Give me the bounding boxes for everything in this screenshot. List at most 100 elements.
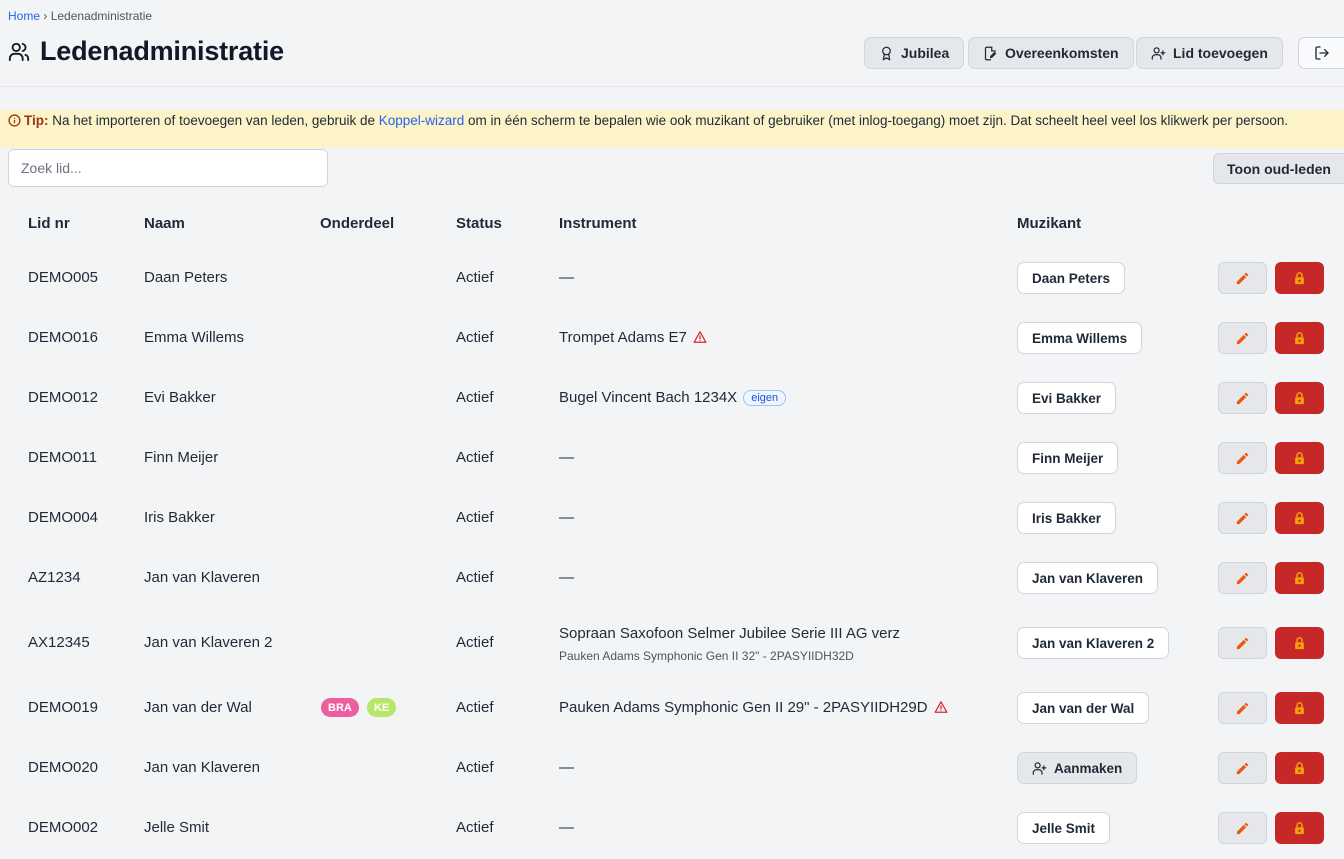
- overeenkomsten-button[interactable]: Overeenkomsten: [968, 37, 1134, 69]
- pencil-icon: [1236, 332, 1249, 344]
- musician-button[interactable]: Iris Bakker: [1017, 502, 1117, 534]
- column-header-instrument: Instrument: [559, 215, 637, 232]
- instrument-cell: —: [559, 759, 574, 776]
- edit-button[interactable]: [1218, 752, 1267, 784]
- pencil-icon: [1236, 572, 1249, 584]
- create-musician-button[interactable]: Aanmaken: [1017, 752, 1138, 784]
- file-signature-icon: [984, 46, 997, 60]
- instrument-text: Trompet Adams E7: [559, 329, 687, 346]
- instrument-cell: —: [559, 449, 574, 466]
- warning-icon: [693, 331, 707, 343]
- lock-icon: [1295, 451, 1304, 464]
- lidnr-cell: DEMO004: [28, 509, 99, 526]
- edit-button[interactable]: [1218, 502, 1267, 534]
- edit-button[interactable]: [1218, 262, 1267, 294]
- musician-button[interactable]: Emma Willems: [1017, 322, 1143, 354]
- lock-icon: [1295, 511, 1304, 524]
- instrument-text: Sopraan Saxofoon Selmer Jubilee Serie II…: [559, 625, 901, 642]
- edit-button[interactable]: [1218, 442, 1267, 474]
- instrument-cell: —: [559, 509, 574, 526]
- jubilea-button[interactable]: Jubilea: [864, 37, 965, 69]
- lock-icon: [1295, 331, 1304, 344]
- status-cell: Actief: [456, 509, 494, 526]
- column-header-muzikant: Muzikant: [1017, 215, 1082, 232]
- warning-icon: [934, 701, 948, 713]
- search-input[interactable]: [8, 149, 328, 187]
- lidnr-cell: DEMO011: [28, 449, 97, 466]
- tip-text-before: Na het importeren of toevoegen van leden…: [48, 113, 379, 128]
- lidnr-cell: AZ1234: [28, 569, 81, 586]
- column-header-onderdeel: Onderdeel: [320, 215, 395, 232]
- lidnr-cell: DEMO020: [28, 759, 99, 776]
- users-icon: [8, 42, 30, 61]
- musician-button[interactable]: Evi Bakker: [1017, 382, 1117, 414]
- header-divider: [0, 86, 1344, 87]
- instrument-text: —: [559, 449, 574, 466]
- add-member-label: Lid toevoegen: [1173, 45, 1268, 61]
- musician-button[interactable]: Jan van Klaveren 2: [1017, 627, 1170, 659]
- musician-button[interactable]: Jelle Smit: [1017, 812, 1111, 844]
- logout-icon: [1314, 46, 1329, 60]
- instrument-cell: —: [559, 819, 574, 836]
- edit-button[interactable]: [1218, 692, 1267, 724]
- instrument-text: —: [559, 569, 574, 586]
- instrument-text: —: [559, 269, 574, 286]
- edit-button[interactable]: [1218, 322, 1267, 354]
- column-header-naam: Naam: [144, 215, 185, 232]
- musician-button[interactable]: Jan van der Wal: [1017, 692, 1150, 724]
- breadcrumb-separator: ›: [43, 9, 48, 23]
- show-former-members-button[interactable]: Toon oud-leden: [1213, 153, 1344, 184]
- lock-button[interactable]: [1275, 382, 1324, 414]
- instrument-text: —: [559, 759, 574, 776]
- lock-button[interactable]: [1275, 812, 1324, 844]
- instrument-cell: Trompet Adams E7: [559, 329, 707, 346]
- pencil-icon: [1236, 822, 1249, 834]
- lock-button[interactable]: [1275, 502, 1324, 534]
- pencil-icon: [1236, 702, 1249, 714]
- musician-button[interactable]: Finn Meijer: [1017, 442, 1119, 474]
- lock-icon: [1295, 391, 1304, 404]
- edit-button[interactable]: [1218, 812, 1267, 844]
- lock-button[interactable]: [1275, 627, 1324, 659]
- pencil-icon: [1236, 392, 1249, 404]
- instrument-cell: Sopraan Saxofoon Selmer Jubilee Serie II…: [559, 625, 900, 642]
- edit-button[interactable]: [1218, 382, 1267, 414]
- naam-cell: Jan van der Wal: [144, 699, 252, 716]
- status-cell: Actief: [456, 819, 494, 836]
- naam-cell: Iris Bakker: [144, 509, 215, 526]
- status-cell: Actief: [456, 389, 494, 406]
- naam-cell: Jan van Klaveren: [144, 759, 260, 776]
- naam-cell: Emma Willems: [144, 329, 244, 346]
- logout-button[interactable]: [1298, 37, 1344, 69]
- breadcrumb-home-link[interactable]: Home: [8, 9, 40, 23]
- musician-button[interactable]: Jan van Klaveren: [1017, 562, 1159, 594]
- lock-button[interactable]: [1275, 562, 1324, 594]
- instrument-text: —: [559, 819, 574, 836]
- musician-button[interactable]: Daan Peters: [1017, 262, 1126, 294]
- edit-button[interactable]: [1218, 627, 1267, 659]
- koppel-wizard-link[interactable]: Koppel-wizard: [379, 113, 465, 128]
- onderdeel-badge: BRA: [321, 698, 359, 717]
- instrument-sub-text: Pauken Adams Symphonic Gen II 32" - 2PAS…: [559, 649, 854, 663]
- add-member-button[interactable]: Lid toevoegen: [1136, 37, 1283, 69]
- status-cell: Actief: [456, 569, 494, 586]
- status-cell: Actief: [456, 634, 494, 651]
- tip-text-after: om in één scherm te bepalen wie ook muzi…: [464, 113, 1289, 128]
- lock-button[interactable]: [1275, 262, 1324, 294]
- info-icon: [8, 114, 21, 127]
- eigen-badge: eigen: [743, 390, 787, 406]
- tip-banner: Tip: Na het importeren of toevoegen van …: [0, 110, 1344, 148]
- instrument-cell: —: [559, 569, 574, 586]
- lock-button[interactable]: [1275, 322, 1324, 354]
- lock-icon: [1295, 271, 1304, 284]
- status-cell: Actief: [456, 449, 494, 466]
- lock-button[interactable]: [1275, 752, 1324, 784]
- edit-button[interactable]: [1218, 562, 1267, 594]
- lock-button[interactable]: [1275, 442, 1324, 474]
- column-header-status: Status: [456, 215, 502, 232]
- lock-button[interactable]: [1275, 692, 1324, 724]
- create-musician-label: Aanmaken: [1054, 760, 1123, 776]
- status-cell: Actief: [456, 329, 494, 346]
- instrument-text: —: [559, 509, 574, 526]
- instrument-cell: Pauken Adams Symphonic Gen II 29" - 2PAS…: [559, 699, 948, 716]
